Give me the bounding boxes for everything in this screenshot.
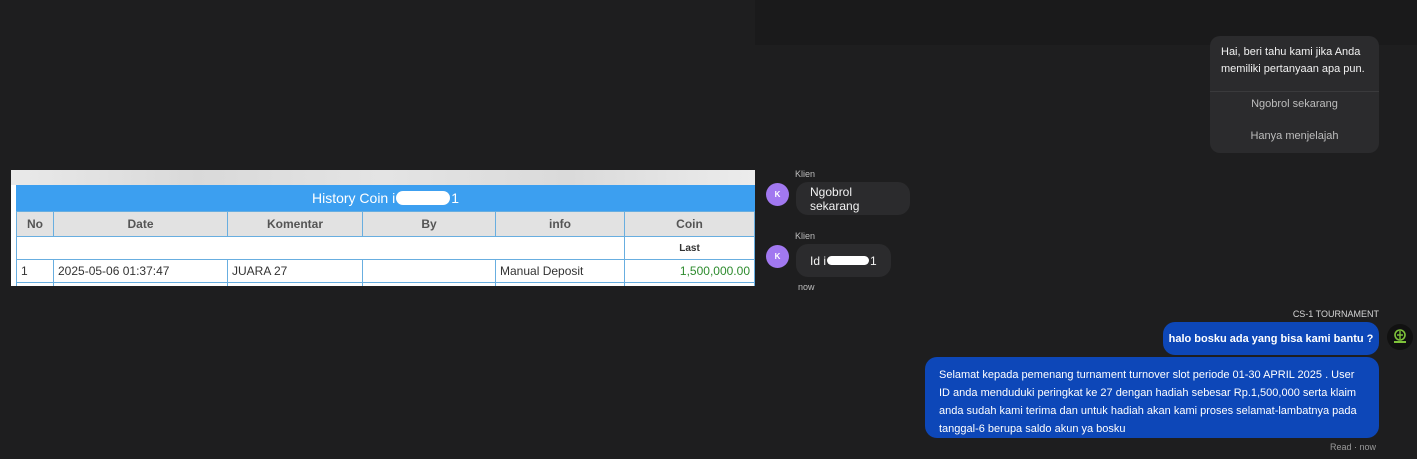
background-map-strip — [11, 170, 755, 185]
subheader-last: Last — [624, 236, 755, 260]
column-header-coin: Coin — [624, 211, 755, 237]
history-title-text: History Coin i — [311, 190, 396, 206]
cell-info: Manual Deposit — [495, 259, 625, 283]
column-header-by: By — [362, 211, 496, 237]
client-message-text: Id i — [810, 253, 827, 268]
sender-label: Klien — [795, 169, 816, 179]
redaction-mark — [827, 256, 870, 265]
cell-komentar: JUARA 27 — [227, 259, 363, 283]
history-title-suffix: 1 — [451, 190, 460, 206]
table-row-partial — [16, 282, 755, 286]
column-header-date: Date — [53, 211, 228, 237]
history-table: No Date Komentar By info Coin Last 1 202… — [16, 211, 755, 286]
table-header-row: No Date Komentar By info Coin — [16, 211, 755, 237]
welcome-card: Hai, beri tahu kami jika Anda memiliki p… — [1210, 36, 1379, 153]
history-coin-panel: History Coin i 1 No Date Komentar By info… — [11, 170, 755, 286]
agent-logo-icon — [1394, 329, 1406, 343]
agent-message-text: halo bosku ada yang bisa kami bantu ? — [1168, 332, 1374, 345]
avatar: K — [766, 245, 789, 268]
avatar: K — [766, 183, 789, 206]
option-just-browsing-button[interactable]: Hanya menjelajah — [1210, 130, 1379, 142]
welcome-text: Hai, beri tahu kami jika Anda memiliki p… — [1221, 46, 1365, 75]
column-header-komentar: Komentar — [227, 211, 363, 237]
cell-no: 1 — [16, 259, 54, 283]
table-row: 1 2025-05-06 01:37:47 JUARA 27 Manual De… — [16, 259, 755, 283]
message-timestamp: now — [798, 282, 815, 292]
table-subheader-row: Last — [16, 236, 755, 260]
agent-avatar — [1387, 324, 1413, 350]
divider — [1210, 91, 1379, 92]
client-message-suffix: 1 — [870, 253, 877, 268]
redaction-mark — [396, 191, 451, 205]
column-header-info: info — [495, 211, 625, 237]
option-chat-now-button[interactable]: Ngobrol sekarang — [1210, 98, 1379, 110]
agent-message-bubble: halo bosku ada yang bisa kami bantu ? — [1163, 322, 1379, 355]
agent-name: CS-1 TOURNAMENT — [1292, 309, 1379, 319]
cell-by — [362, 259, 496, 283]
client-message-text: Ngobrol sekarang — [810, 184, 860, 213]
subheader-empty — [16, 236, 625, 260]
client-message-bubble: Ngobrol sekarang — [796, 182, 910, 215]
cell-date: 2025-05-06 01:37:47 — [53, 259, 228, 283]
agent-message-text: Selamat kepada pemenang turnament turnov… — [939, 369, 1357, 435]
column-header-no: No — [16, 211, 54, 237]
cell-coin: 1,500,000.00 — [624, 259, 755, 283]
sender-label: Klien — [795, 231, 816, 241]
client-message-bubble: Id i 1 — [796, 244, 891, 277]
read-status: Read · now — [1330, 442, 1377, 452]
history-title: History Coin i 1 — [16, 185, 755, 211]
agent-message-bubble: Selamat kepada pemenang turnament turnov… — [925, 357, 1379, 438]
